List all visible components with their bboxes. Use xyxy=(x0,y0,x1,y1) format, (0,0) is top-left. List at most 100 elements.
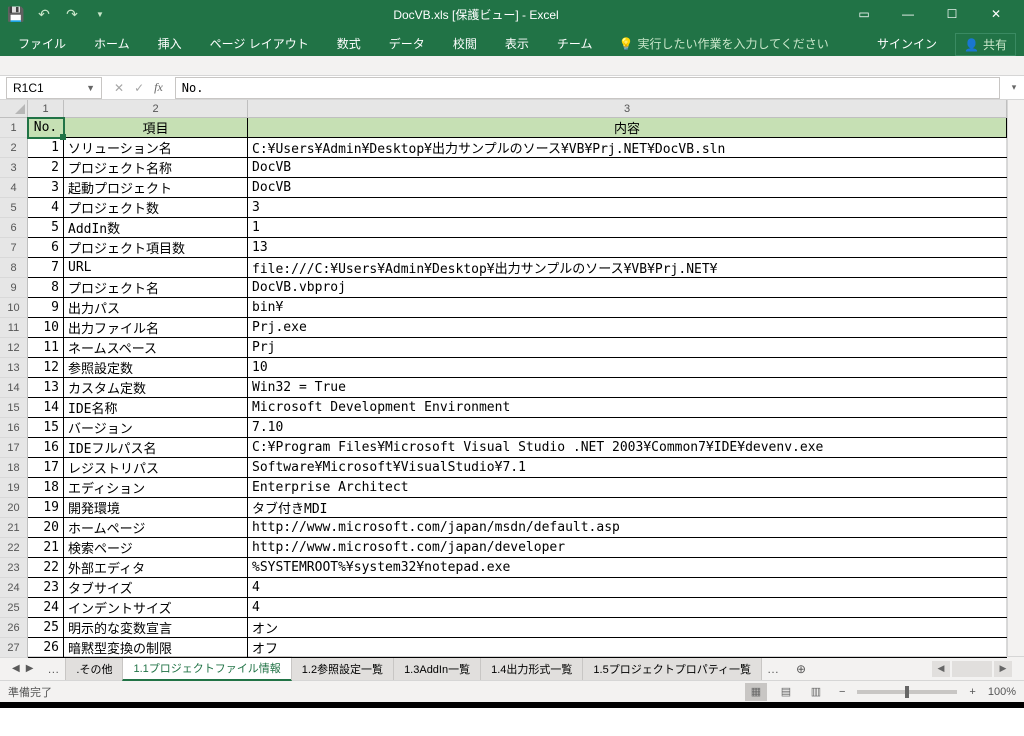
cell-value[interactable]: bin¥ xyxy=(248,298,1007,317)
row-header[interactable]: 15 xyxy=(0,398,28,418)
cell-value[interactable]: 10 xyxy=(248,358,1007,377)
cell-no[interactable]: 4 xyxy=(28,198,64,217)
row-header[interactable]: 8 xyxy=(0,258,28,278)
cell-no[interactable]: 17 xyxy=(28,458,64,477)
cell-item[interactable]: エディション xyxy=(64,478,248,497)
cell-item[interactable]: 出力ファイル名 xyxy=(64,318,248,337)
row-header[interactable]: 25 xyxy=(0,598,28,618)
cell-item[interactable]: インデントサイズ xyxy=(64,598,248,617)
tab-team[interactable]: チーム xyxy=(547,31,603,56)
cell-no[interactable]: 10 xyxy=(28,318,64,337)
table-header[interactable]: No. xyxy=(28,118,64,137)
row-header[interactable]: 6 xyxy=(0,218,28,238)
cell-value[interactable]: Enterprise Architect xyxy=(248,478,1007,497)
select-all-corner[interactable] xyxy=(0,100,28,118)
share-button[interactable]: 👤 共有 xyxy=(955,33,1016,56)
table-header[interactable]: 項目 xyxy=(64,118,248,137)
row-header[interactable]: 23 xyxy=(0,558,28,578)
row-header[interactable]: 24 xyxy=(0,578,28,598)
tab-file[interactable]: ファイル xyxy=(8,31,76,56)
row-header[interactable]: 13 xyxy=(0,358,28,378)
normal-view-icon[interactable]: ▦ xyxy=(745,683,767,701)
tab-pagelayout[interactable]: ページ レイアウト xyxy=(200,31,319,56)
cell-item[interactable]: 起動プロジェクト xyxy=(64,178,248,197)
cell-no[interactable]: 20 xyxy=(28,518,64,537)
cell-no[interactable]: 8 xyxy=(28,278,64,297)
table-header[interactable]: 内容 xyxy=(248,118,1007,137)
cell-no[interactable]: 6 xyxy=(28,238,64,257)
row-header[interactable]: 2 xyxy=(0,138,28,158)
row-header[interactable]: 27 xyxy=(0,638,28,658)
cell-item[interactable]: 明示的な変数宣言 xyxy=(64,618,248,637)
grid[interactable]: No.項目内容1ソリューション名C:¥Users¥Admin¥Desktop¥出… xyxy=(28,118,1007,658)
zoom-thumb[interactable] xyxy=(905,686,909,698)
row-header[interactable]: 7 xyxy=(0,238,28,258)
cell-no[interactable]: 5 xyxy=(28,218,64,237)
cell-value[interactable]: DocVB xyxy=(248,178,1007,197)
cell-item[interactable]: レジストリパス xyxy=(64,458,248,477)
tab-review[interactable]: 校閲 xyxy=(443,31,487,56)
hscroll-right-icon[interactable]: ▶ xyxy=(994,661,1012,677)
row-header[interactable]: 21 xyxy=(0,518,28,538)
tab-insert[interactable]: 挿入 xyxy=(148,31,192,56)
name-box[interactable]: R1C1 ▼ xyxy=(6,77,102,99)
tab-nav-prev-icon[interactable]: ◀ xyxy=(12,663,20,674)
cell-item[interactable]: 参照設定数 xyxy=(64,358,248,377)
cell-no[interactable]: 19 xyxy=(28,498,64,517)
cell-value[interactable]: C:¥Program Files¥Microsoft Visual Studio… xyxy=(248,438,1007,457)
row-header[interactable]: 26 xyxy=(0,618,28,638)
row-header[interactable]: 19 xyxy=(0,478,28,498)
cell-item[interactable]: ホームページ xyxy=(64,518,248,537)
row-header[interactable]: 4 xyxy=(0,178,28,198)
cell-value[interactable]: file:///C:¥Users¥Admin¥Desktop¥出力サンプルのソー… xyxy=(248,258,1007,277)
maximize-button[interactable]: ☐ xyxy=(932,2,972,26)
row-header[interactable]: 14 xyxy=(0,378,28,398)
sheet-tab-other[interactable]: .その他 xyxy=(65,657,123,680)
zoom-level[interactable]: 100% xyxy=(988,686,1016,698)
cell-value[interactable]: 3 xyxy=(248,198,1007,217)
col-header[interactable]: 2 xyxy=(64,100,248,118)
zoom-slider[interactable] xyxy=(857,690,957,694)
row-header[interactable]: 11 xyxy=(0,318,28,338)
close-button[interactable]: ✕ xyxy=(976,2,1016,26)
minimize-button[interactable]: — xyxy=(888,2,928,26)
cell-no[interactable]: 24 xyxy=(28,598,64,617)
zoom-in-button[interactable]: + xyxy=(965,686,979,698)
cell-item[interactable]: カスタム定数 xyxy=(64,378,248,397)
cell-item[interactable]: プロジェクト名称 xyxy=(64,158,248,177)
cell-no[interactable]: 11 xyxy=(28,338,64,357)
tab-nav-next-icon[interactable]: ▶ xyxy=(26,663,34,674)
fx-icon[interactable]: fx xyxy=(154,80,163,95)
cell-value[interactable]: 7.10 xyxy=(248,418,1007,437)
row-header[interactable]: 9 xyxy=(0,278,28,298)
row-header[interactable]: 18 xyxy=(0,458,28,478)
sheet-tab[interactable]: 1.5プロジェクトプロパティ一覧 xyxy=(582,657,762,680)
tab-scroll-left[interactable]: … xyxy=(41,662,65,676)
cell-no[interactable]: 23 xyxy=(28,578,64,597)
cell-value[interactable]: Win32 = True xyxy=(248,378,1007,397)
pagelayout-view-icon[interactable]: ▤ xyxy=(775,683,797,701)
cell-value[interactable]: C:¥Users¥Admin¥Desktop¥出力サンプルのソース¥VB¥Prj… xyxy=(248,138,1007,157)
add-sheet-button[interactable]: ⊕ xyxy=(791,662,811,676)
cell-no[interactable]: 1 xyxy=(28,138,64,157)
redo-icon[interactable]: ↷ xyxy=(64,6,80,22)
cell-item[interactable]: 暗黙型変換の制限 xyxy=(64,638,248,657)
formula-input[interactable]: No. xyxy=(175,77,1000,99)
sign-in-link[interactable]: サインイン xyxy=(867,31,947,56)
sheet-tab-active[interactable]: 1.1プロジェクトファイル情報 xyxy=(122,656,291,681)
cell-value[interactable]: 4 xyxy=(248,598,1007,617)
row-header[interactable]: 16 xyxy=(0,418,28,438)
row-header[interactable]: 20 xyxy=(0,498,28,518)
accept-formula-icon[interactable]: ✓ xyxy=(134,81,144,95)
pagebreak-view-icon[interactable]: ▥ xyxy=(805,683,827,701)
cell-item[interactable]: ネームスペース xyxy=(64,338,248,357)
cell-item[interactable]: ソリューション名 xyxy=(64,138,248,157)
cell-item[interactable]: 開発環境 xyxy=(64,498,248,517)
cell-item[interactable]: URL xyxy=(64,258,248,277)
sheet-tab[interactable]: 1.4出力形式一覧 xyxy=(480,657,583,680)
cell-item[interactable]: プロジェクト項目数 xyxy=(64,238,248,257)
cell-value[interactable]: 1 xyxy=(248,218,1007,237)
ribbon-options-icon[interactable]: ▭ xyxy=(844,2,884,26)
cell-no[interactable]: 12 xyxy=(28,358,64,377)
cell-value[interactable]: %SYSTEMROOT%¥system32¥notepad.exe xyxy=(248,558,1007,577)
